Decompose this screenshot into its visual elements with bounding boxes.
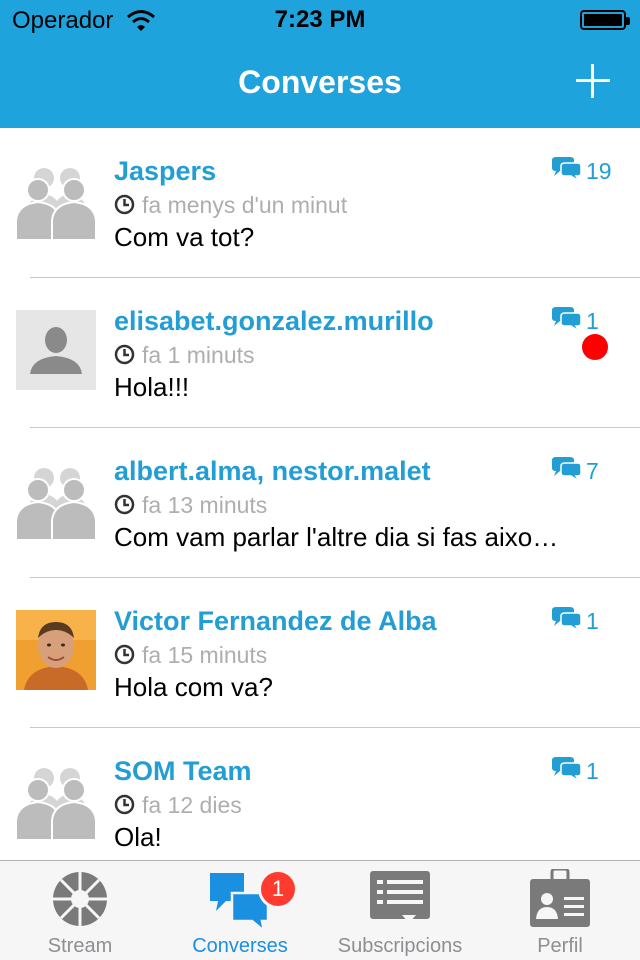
status-bar: Operador 7:23 PM	[0, 0, 640, 40]
user-photo-avatar	[16, 610, 96, 690]
message-count-value: 19	[586, 158, 612, 184]
timestamp-text: fa 12 dies	[142, 792, 242, 818]
message-count-value: 1	[586, 758, 599, 784]
timestamp-text: fa 15 minuts	[142, 642, 268, 668]
clock-icon	[114, 344, 135, 365]
clock-icon	[114, 494, 135, 515]
timestamp-text: fa menys d'un minut	[142, 192, 348, 218]
group-avatar-icon	[16, 467, 96, 540]
conversation-item[interactable]: albert.alma, nestor.malet 7 fa 13 minuts…	[0, 428, 640, 578]
message-count-value: 1	[586, 608, 599, 634]
add-conversation-button[interactable]	[572, 60, 614, 102]
last-message: Com vam parlar l'altre dia si fas aixo…	[114, 522, 559, 552]
group-avatar-icon	[16, 167, 96, 240]
conversation-list: Jaspers 19 fa menys d'un minut Com va to…	[0, 128, 640, 860]
page-title: Converses	[238, 64, 402, 100]
stream-wheel-icon	[53, 872, 107, 926]
conversation-name: elisabet.gonzalez.murillo	[114, 306, 434, 336]
conversation-item[interactable]: Jaspers 19 fa menys d'un minut Com va to…	[0, 128, 640, 278]
navigation-header: Operador 7:23 PM Converses	[0, 0, 640, 128]
timestamp-text: fa 1 minuts	[142, 342, 255, 368]
clock-icon	[114, 794, 135, 815]
battery-icon	[580, 10, 630, 30]
tab-bar: Stream Converses 1 Subscripcions Perfil	[0, 860, 640, 960]
unread-indicator	[582, 334, 608, 360]
last-message: Hola com va?	[114, 672, 273, 702]
conversation-item[interactable]: Victor Fernandez de Alba 1 fa 15 minuts …	[0, 578, 640, 728]
chat-bubbles-icon	[551, 456, 582, 482]
chat-bubbles-icon	[551, 756, 582, 782]
tab-stream[interactable]: Stream	[0, 861, 160, 960]
person-placeholder-avatar	[16, 310, 96, 390]
tab-label: Perfil	[537, 935, 583, 957]
tab-label: Subscripcions	[337, 935, 463, 957]
tab-converses[interactable]: Converses	[160, 861, 320, 960]
message-count-value: 1	[586, 308, 599, 334]
list-icon	[370, 871, 430, 923]
last-message: Ola!	[114, 822, 162, 852]
chat-bubbles-icon	[551, 606, 582, 632]
group-avatar-icon	[16, 767, 96, 840]
conversation-name: Victor Fernandez de Alba	[114, 606, 437, 636]
last-message: Com va tot?	[114, 222, 255, 252]
message-count-value: 7	[586, 458, 599, 484]
unread-badge: 1	[258, 869, 298, 909]
tab-label: Converses	[192, 935, 288, 957]
last-message: Hola!!!	[114, 372, 190, 402]
clock-icon	[114, 194, 135, 215]
conversation-name: albert.alma, nestor.malet	[114, 456, 431, 486]
chat-bubbles-icon	[551, 306, 582, 332]
conversation-name: Jaspers	[114, 156, 217, 186]
tab-subscripcions[interactable]: Subscripcions	[320, 861, 480, 960]
conversation-item[interactable]: elisabet.gonzalez.murillo 1 fa 1 minuts …	[0, 278, 640, 428]
chat-bubbles-icon	[551, 156, 582, 182]
status-time: 7:23 PM	[274, 6, 366, 33]
id-card-icon	[530, 869, 590, 927]
tab-label: Stream	[47, 935, 113, 957]
conversation-name: SOM Team	[114, 756, 252, 786]
timestamp-text: fa 13 minuts	[142, 492, 268, 518]
conversation-item[interactable]: SOM Team 1 fa 12 dies Ola!	[0, 728, 640, 860]
tab-perfil[interactable]: Perfil	[480, 861, 640, 960]
clock-icon	[114, 644, 135, 665]
